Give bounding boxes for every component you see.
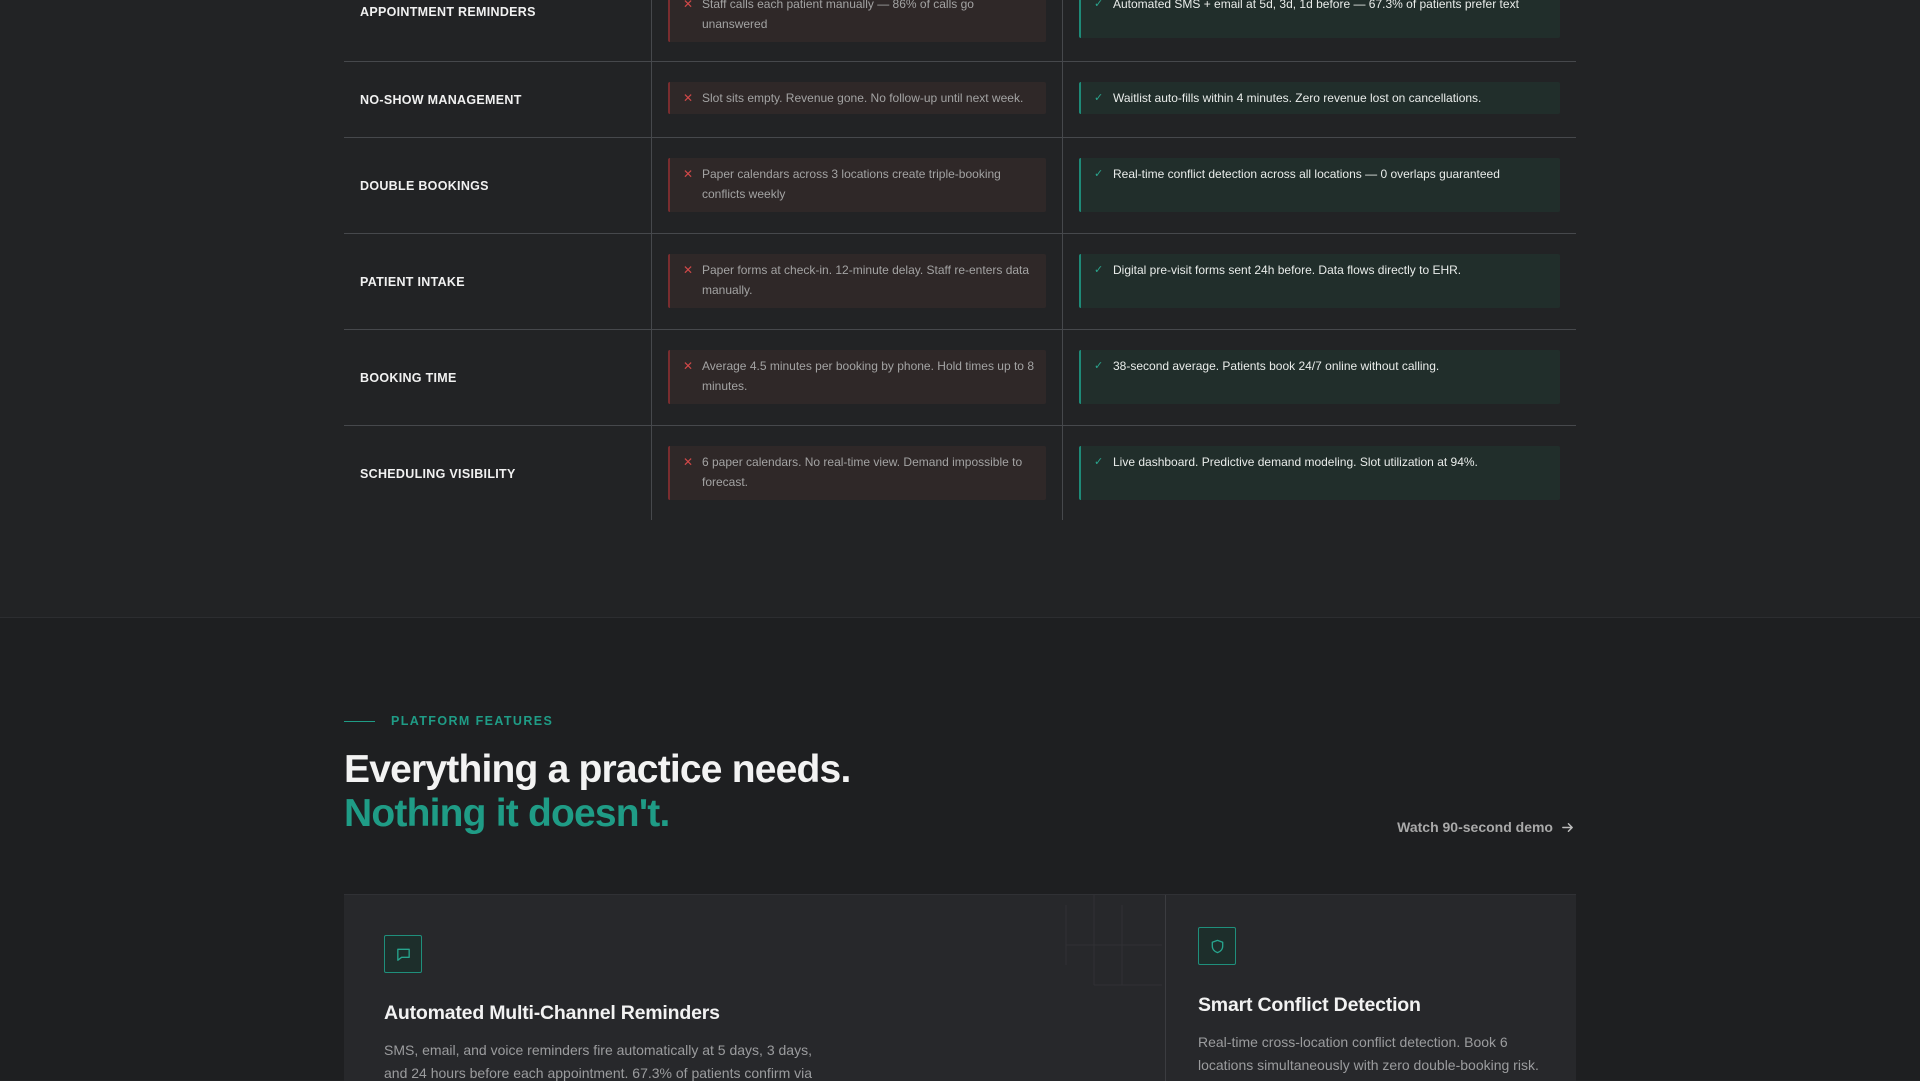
- features-eyebrow: PLATFORM FEATURES: [344, 714, 553, 728]
- comparison-row-double-bookings: DOUBLE BOOKINGS ✕ Paper calendars across…: [344, 138, 1576, 234]
- legacy-cell: ✕ Average 4.5 minutes per booking by pho…: [668, 350, 1046, 404]
- platform-text: 38-second average. Patients book 24/7 on…: [1113, 359, 1440, 373]
- feature-description: SMS, email, and voice reminders fire aut…: [384, 1042, 813, 1081]
- x-icon: ✕: [683, 455, 694, 469]
- check-icon: ✓: [1094, 168, 1104, 180]
- legacy-text: Paper forms at check-in. 12-minute delay…: [702, 263, 1030, 297]
- x-icon: ✕: [683, 167, 694, 181]
- watch-demo-label: Watch 90-second demo: [1397, 819, 1553, 835]
- legacy-text: Slot sits empty. Revenue gone. No follow…: [702, 91, 1024, 105]
- arrow-right-icon: [1562, 822, 1573, 832]
- platform-cell: ✓ Waitlist auto-fills within 4 minutes. …: [1079, 82, 1560, 114]
- legacy-cell: ✕ Paper forms at check-in. 12-minute del…: [668, 254, 1046, 308]
- feature-card-reminders[interactable]: Automated Multi-Channel Reminders SMS, e…: [344, 895, 1165, 1081]
- comparison-table: APPOINTMENT REMINDERS ✕ Staff calls each…: [344, 0, 1576, 520]
- x-icon: ✕: [683, 0, 694, 11]
- legacy-cell: ✕ Paper calendars across 3 locations cre…: [668, 158, 1046, 212]
- message-icon: [384, 935, 422, 973]
- check-icon: ✓: [1094, 92, 1104, 104]
- feature-description: Real-time cross-location conflict detect…: [1198, 1034, 1539, 1073]
- platform-cell: ✓ Digital pre-visit forms sent 24h befor…: [1079, 254, 1560, 308]
- features-headline-accent: Nothing it doesn't.: [344, 792, 670, 835]
- check-icon: ✓: [1094, 456, 1104, 468]
- legacy-text: Average 4.5 minutes per booking by phone…: [702, 359, 1034, 393]
- check-icon: ✓: [1094, 360, 1104, 372]
- legacy-cell: ✕ Staff calls each patient manually — 86…: [668, 0, 1046, 42]
- x-icon: ✕: [683, 91, 694, 105]
- column-divider: [1062, 0, 1063, 520]
- comparison-row-appointment-reminders: APPOINTMENT REMINDERS ✕ Staff calls each…: [344, 0, 1576, 62]
- comparison-row-patient-intake: PATIENT INTAKE ✕ Paper forms at check-in…: [344, 234, 1576, 330]
- feature-cards: Automated Multi-Channel Reminders SMS, e…: [344, 894, 1576, 1081]
- features-headline: Everything a practice needs.: [344, 748, 851, 791]
- column-divider: [651, 0, 652, 520]
- legacy-cell: ✕ Slot sits empty. Revenue gone. No foll…: [668, 82, 1046, 114]
- comparison-row-no-show: NO-SHOW MANAGEMENT ✕ Slot sits empty. Re…: [344, 62, 1576, 138]
- legacy-text: Staff calls each patient manually — 86% …: [702, 0, 974, 31]
- watch-demo-link[interactable]: Watch 90-second demo: [1397, 819, 1574, 835]
- platform-text: Waitlist auto-fills within 4 minutes. Ze…: [1113, 91, 1482, 105]
- check-icon: ✓: [1094, 264, 1104, 276]
- platform-text: Live dashboard. Predictive demand modeli…: [1113, 455, 1478, 469]
- row-label: SCHEDULING VISIBILITY: [360, 467, 516, 481]
- decorative-pattern: [1065, 895, 1162, 986]
- feature-title: Smart Conflict Detection: [1198, 994, 1421, 1016]
- x-icon: ✕: [683, 263, 694, 277]
- platform-cell: ✓ Automated SMS + email at 5d, 3d, 1d be…: [1079, 0, 1560, 38]
- legacy-cell: ✕ 6 paper calendars. No real-time view. …: [668, 446, 1046, 500]
- platform-text: Digital pre-visit forms sent 24h before.…: [1113, 263, 1462, 277]
- row-label: APPOINTMENT REMINDERS: [360, 5, 536, 19]
- x-icon: ✕: [683, 359, 694, 373]
- platform-text: Automated SMS + email at 5d, 3d, 1d befo…: [1113, 0, 1519, 11]
- eyebrow-rule: [344, 720, 375, 722]
- feature-title: Automated Multi-Channel Reminders: [384, 1002, 720, 1024]
- check-icon: ✓: [1094, 0, 1104, 10]
- legacy-text: 6 paper calendars. No real-time view. De…: [702, 455, 1023, 489]
- legacy-text: Paper calendars across 3 locations creat…: [702, 167, 1001, 201]
- feature-card-conflict-detection[interactable]: Smart Conflict Detection Real-time cross…: [1166, 895, 1576, 1081]
- shield-icon: [1198, 927, 1236, 965]
- platform-cell: ✓ Live dashboard. Predictive demand mode…: [1079, 446, 1560, 500]
- eyebrow-label: PLATFORM FEATURES: [391, 714, 554, 728]
- platform-text: Real-time conflict detection across all …: [1113, 167, 1500, 181]
- row-label: PATIENT INTAKE: [360, 275, 465, 289]
- platform-cell: ✓ Real-time conflict detection across al…: [1079, 158, 1560, 212]
- row-label: NO-SHOW MANAGEMENT: [360, 93, 522, 107]
- platform-cell: ✓ 38-second average. Patients book 24/7 …: [1079, 350, 1560, 404]
- comparison-row-booking-time: BOOKING TIME ✕ Average 4.5 minutes per b…: [344, 330, 1576, 426]
- comparison-row-scheduling-visibility: SCHEDULING VISIBILITY ✕ 6 paper calendar…: [344, 426, 1576, 520]
- row-label: DOUBLE BOOKINGS: [360, 179, 489, 193]
- row-label: BOOKING TIME: [360, 371, 457, 385]
